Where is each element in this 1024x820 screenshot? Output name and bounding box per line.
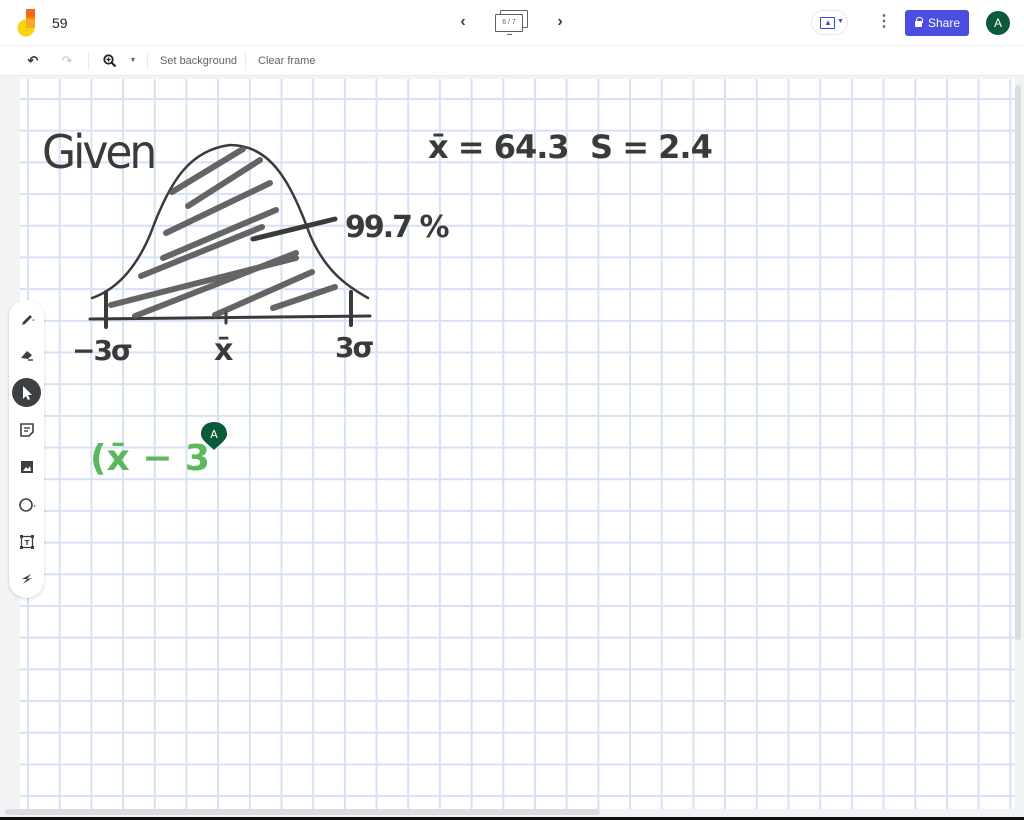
given-label: Given — [42, 125, 154, 179]
eraser-tool[interactable] — [12, 340, 41, 369]
percent-label: 99.7 % — [345, 210, 449, 245]
jamboard-logo-icon — [17, 9, 35, 37]
set-background-button[interactable]: Set background — [160, 55, 237, 67]
mean-equation: x̄ = 64.3 — [428, 128, 569, 166]
axis-label-mid: x̄ — [214, 333, 233, 368]
zoom-icon[interactable] — [101, 52, 119, 70]
share-label: Share — [928, 16, 961, 30]
frame-counter-label: 6 / 7 — [495, 14, 523, 32]
whiteboard-canvas[interactable]: Given 99.7 % −3σ x̄ 3σ x̄ = 64.3 S = 2.4… — [20, 79, 1015, 809]
vertical-scrollbar[interactable] — [1015, 85, 1021, 640]
divider — [88, 52, 89, 70]
pen-tool[interactable] — [12, 305, 41, 334]
chevron-left-icon[interactable]: ‹ — [453, 12, 473, 32]
redo-icon[interactable]: ↷ — [58, 52, 76, 70]
zoom-dropdown-icon[interactable]: ▼ — [127, 52, 139, 70]
undo-icon[interactable]: ↶ — [24, 52, 42, 70]
laser-icon — [21, 573, 32, 584]
text-box-tool[interactable]: T — [12, 527, 41, 556]
top-bar: 59 ‹ 6 / 7 › ▲ ▼ ⋮ Share A — [0, 0, 1024, 46]
present-icon: ▲ — [820, 17, 835, 29]
lock-icon — [915, 17, 923, 27]
x-axis-line — [88, 314, 372, 321]
document-title[interactable]: 59 — [52, 15, 68, 31]
axis-label-right: 3σ — [335, 331, 373, 364]
text-box-icon: T — [19, 534, 34, 549]
clear-frame-button[interactable]: Clear frame — [258, 55, 315, 67]
green-expression: (x̄ − 3 — [90, 438, 210, 479]
cursor-icon — [22, 385, 32, 400]
chevron-right-icon[interactable]: › — [550, 12, 570, 32]
svg-text:T: T — [24, 539, 29, 547]
ink-layer: Given 99.7 % −3σ x̄ 3σ x̄ = 64.3 S = 2.4… — [42, 125, 713, 479]
pen-icon — [21, 314, 34, 325]
frame-counter-button[interactable]: 6 / 7 — [494, 10, 530, 36]
sticky-note-tool[interactable] — [12, 415, 41, 444]
collaborator-cursor: A — [201, 422, 227, 450]
circle-icon — [18, 497, 35, 512]
laser-tool[interactable] — [12, 564, 41, 593]
frame-indicator — [507, 34, 512, 35]
image-tool[interactable] — [12, 452, 41, 481]
sticky-note-icon — [19, 422, 34, 437]
more-vert-icon[interactable]: ⋮ — [876, 12, 892, 32]
eraser-icon — [20, 350, 33, 361]
share-button[interactable]: Share — [905, 10, 969, 36]
chevron-down-icon: ▼ — [837, 18, 844, 25]
divider — [147, 52, 148, 70]
avatar[interactable]: A — [986, 11, 1010, 35]
image-icon — [20, 460, 33, 473]
sd-equation: S = 2.4 — [590, 128, 712, 166]
select-tool[interactable] — [12, 378, 41, 407]
percent-pointer — [250, 216, 338, 242]
toolbar: ↶ ↷ ▼ Set background Clear frame — [0, 46, 1024, 76]
circle-tool[interactable] — [12, 490, 41, 519]
horizontal-scrollbar[interactable] — [5, 809, 600, 815]
divider — [245, 52, 246, 70]
collaborator-initial: A — [210, 428, 218, 441]
present-button[interactable]: ▲ ▼ — [811, 10, 848, 35]
axis-label-left: −3σ — [72, 334, 132, 367]
tools-palette: T — [9, 300, 44, 598]
